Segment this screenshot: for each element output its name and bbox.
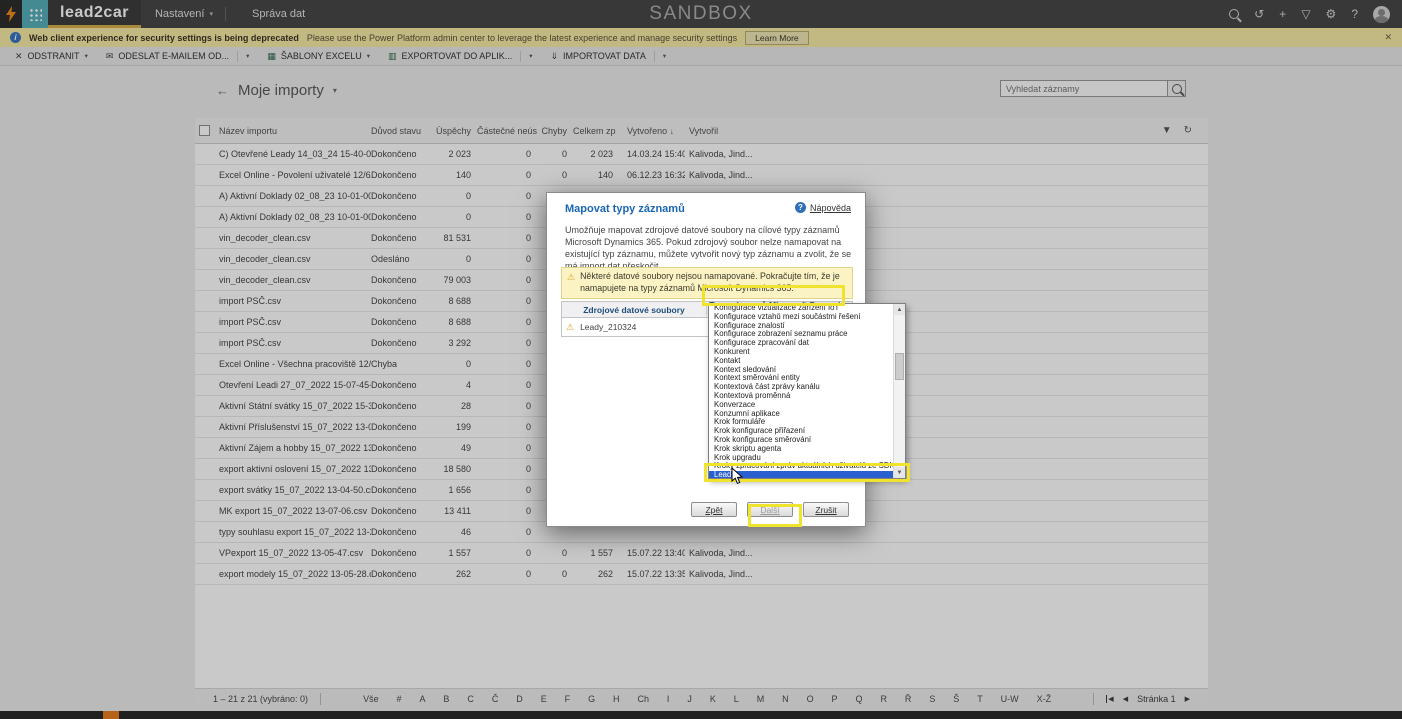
highlight-box-next-button <box>748 504 802 527</box>
dropdown-item[interactable]: Konfigurace znalostí <box>709 322 893 331</box>
application-window: lead2car Nastavení ▾ Správa dat SANDBOX … <box>0 0 1402 719</box>
dropdown-item[interactable]: Konfigurace zobrazení seznamu práce <box>709 330 893 339</box>
record-type-dropdown-list: Konfigurace vizualizace zařízení IoTKonf… <box>708 303 906 479</box>
dialog-description: Umožňuje mapovat zdrojové datové soubory… <box>565 224 853 273</box>
dialog-title: Mapovat typy záznamů <box>565 203 685 215</box>
mapping-col-source: Zdrojové datové soubory <box>562 305 707 315</box>
dropdown-item[interactable]: Kontakt <box>709 357 893 366</box>
help-icon: ? <box>795 202 806 213</box>
dropdown-item[interactable]: Krok upgradu <box>709 454 893 463</box>
dropdown-item[interactable]: Krok konfigurace přiřazení <box>709 427 893 436</box>
mouse-cursor <box>731 467 744 490</box>
dropdown-item[interactable]: Konverzace <box>709 401 893 410</box>
dropdown-items: Konfigurace vizualizace zařízení IoTKonf… <box>709 304 893 478</box>
dialog-help-link[interactable]: ? Nápověda <box>795 202 851 213</box>
dropdown-item[interactable]: Krok skriptu agenta <box>709 445 893 454</box>
warning-triangle-icon: ⚠ <box>566 322 574 333</box>
dropdown-item[interactable]: Kontext směrování entity <box>709 374 893 383</box>
highlight-box-select <box>702 285 845 306</box>
warning-triangle-icon: ⚠ <box>567 271 575 295</box>
cancel-button[interactable]: Zrušit <box>803 502 849 517</box>
dropdown-item[interactable]: Kontext sledování <box>709 366 893 375</box>
back-button[interactable]: Zpět <box>691 502 737 517</box>
source-file-name: Leady_210324 <box>580 322 636 332</box>
scroll-up-icon[interactable]: ▲ <box>894 304 905 315</box>
dropdown-item[interactable]: Konfigurace vztahů mezi součástmi řešení <box>709 313 893 322</box>
dropdown-item[interactable]: Kontextová část zprávy kanálu <box>709 383 893 392</box>
dropdown-item[interactable]: Krok konfigurace směrování <box>709 436 893 445</box>
dropdown-item[interactable]: Konkurent <box>709 348 893 357</box>
dropdown-item[interactable]: Konzumní aplikace <box>709 410 893 419</box>
scrollbar-thumb[interactable] <box>895 353 904 380</box>
dropdown-item[interactable]: Kontextová proměnná <box>709 392 893 401</box>
dropdown-item[interactable]: Krok formuláře <box>709 418 893 427</box>
dropdown-item[interactable]: Konfigurace zpracování dat <box>709 339 893 348</box>
dropdown-scrollbar[interactable]: ▲ ▼ <box>893 304 905 478</box>
